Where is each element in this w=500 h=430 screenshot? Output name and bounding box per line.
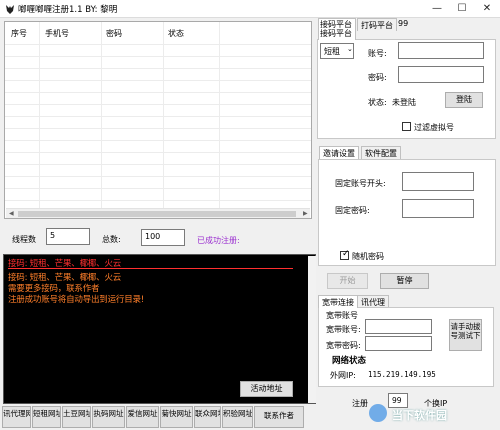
- grid-divider: [5, 128, 311, 129]
- tab-software-config[interactable]: 软件配置: [361, 146, 401, 159]
- tab-label: 接码平台: [320, 20, 352, 29]
- zhima-site-button[interactable]: 执码网址: [92, 406, 125, 428]
- grid-divider: [5, 188, 311, 189]
- grid-divider: [5, 44, 311, 45]
- tudou-site-button[interactable]: 土豆网址: [62, 406, 91, 428]
- broadband-account-label: 宽带账号:: [326, 325, 361, 334]
- app-logo-icon: [6, 5, 14, 14]
- status-value: 未登陆: [392, 98, 416, 107]
- total-label: 总数:: [102, 235, 121, 244]
- thread-count-input[interactable]: 5: [46, 228, 90, 245]
- restore-button[interactable]: ☐: [450, 0, 474, 18]
- register-label: 注册: [352, 399, 368, 408]
- network-status-label: 网络状态: [332, 356, 367, 366]
- fixed-account-prefix-label: 固定账号开头:: [335, 179, 386, 188]
- window-title: 啷喱啷喱注册1.1 BY: 黎明: [18, 5, 118, 15]
- grid-divider: [5, 164, 311, 165]
- status-label: 状态:: [368, 98, 387, 107]
- tab-invite-settings[interactable]: 邀请设置: [319, 146, 359, 159]
- random-password-checkbox[interactable]: [340, 249, 350, 260]
- grid-divider: [5, 140, 311, 141]
- filter-virtual-label: 过滤虚拟号: [414, 123, 454, 132]
- success-count-label: 已成功注册:: [197, 236, 240, 245]
- chevron-down-icon: ⌄: [347, 45, 353, 53]
- tab-99[interactable]: 99: [395, 18, 411, 31]
- console-divider: [8, 268, 293, 269]
- title-bar: 啷喱啷喱注册1.1 BY: 黎明 — ☐ ✕: [0, 0, 500, 18]
- tab-broadband[interactable]: 宽带连接: [318, 295, 358, 308]
- column-header-index[interactable]: 序号: [11, 28, 27, 39]
- scrollbar-thumb[interactable]: [18, 211, 296, 217]
- grid-divider: [5, 80, 311, 81]
- tab-sms-platform[interactable]: 接码平台 接码平台: [318, 18, 356, 40]
- grid-divider: [163, 22, 164, 218]
- jukuai-site-button[interactable]: 菊快网址: [160, 406, 193, 428]
- grid-divider: [5, 152, 311, 153]
- scroll-right-icon[interactable]: ▶: [303, 209, 308, 218]
- column-header-password[interactable]: 密码: [106, 28, 122, 39]
- password-label: 密码:: [368, 73, 387, 82]
- filter-virtual-checkbox[interactable]: [402, 122, 411, 131]
- horizontal-scrollbar[interactable]: ◀ ▶: [6, 208, 310, 218]
- account-input[interactable]: [398, 42, 484, 59]
- account-table[interactable]: 序号 手机号 密码 状态 ◀ ▶: [4, 21, 312, 219]
- duanzu-site-button[interactable]: 短租网址: [32, 406, 61, 428]
- xun-proxy-site-button[interactable]: 讯代理网址: [2, 406, 31, 428]
- total-input[interactable]: 100: [141, 229, 185, 246]
- column-header-status[interactable]: 状态: [168, 28, 184, 39]
- platform-select-value: 短租: [324, 47, 340, 56]
- account-label: 账号:: [368, 49, 387, 58]
- jiyan-site-button[interactable]: 积验网址: [222, 406, 253, 428]
- pause-button[interactable]: 暂停: [380, 273, 429, 289]
- contact-author-button[interactable]: 联系作者: [254, 406, 304, 428]
- watermark-logo-icon: [369, 404, 387, 422]
- fixed-account-prefix-input[interactable]: [402, 172, 474, 191]
- broadband-account-input[interactable]: [365, 319, 432, 334]
- broadband-password-label: 宽带密码:: [326, 341, 361, 350]
- external-ip-label: 外网IP:: [330, 371, 356, 380]
- column-header-phone[interactable]: 手机号: [45, 28, 69, 39]
- lianzhong-site-button[interactable]: 联众网址: [194, 406, 221, 428]
- tab-captcha-platform[interactable]: 打码平台: [357, 18, 397, 31]
- grid-divider: [5, 68, 311, 69]
- table-header: 序号 手机号 密码 状态: [5, 22, 311, 44]
- grid-divider: [5, 104, 311, 105]
- console-line: 注册成功账号将自动导出到运行目录!: [8, 295, 145, 305]
- close-button[interactable]: ✕: [475, 0, 499, 18]
- watermark-text: 当下软件园: [392, 409, 447, 422]
- external-ip-value: 115.219.149.195: [368, 370, 436, 379]
- platform-select[interactable]: 短租 ⌄: [320, 43, 354, 59]
- ip-switch-count-input[interactable]: 99: [388, 393, 408, 408]
- broadband-group-label: 宽带账号: [326, 311, 358, 320]
- grid-divider: [219, 22, 220, 218]
- login-button[interactable]: 登陆: [445, 92, 483, 108]
- grid-divider: [5, 176, 311, 177]
- grid-divider: [5, 56, 311, 57]
- grid-divider: [5, 116, 311, 117]
- grid-divider: [5, 92, 311, 93]
- grid-divider: [39, 22, 40, 218]
- grid-divider: [5, 200, 311, 201]
- grid-divider: [101, 22, 102, 218]
- log-console: 接码: 短租、芒果、椰椰、火云 接码: 短租、芒果、椰椰、火云 需要更多接码，联…: [3, 254, 316, 404]
- activity-address-button[interactable]: 活动地址: [240, 381, 293, 397]
- fixed-password-input[interactable]: [402, 199, 474, 218]
- random-password-label: 随机密码: [352, 252, 384, 261]
- broadband-password-input[interactable]: [365, 336, 432, 351]
- scroll-left-icon[interactable]: ◀: [9, 209, 14, 218]
- tab-label: 接码平台: [320, 29, 352, 38]
- password-input[interactable]: [398, 66, 484, 83]
- minimize-button[interactable]: —: [425, 0, 449, 18]
- manual-dial-test-button[interactable]: 请手动拔号测试下: [449, 319, 482, 351]
- thread-count-label: 线程数: [12, 235, 36, 244]
- fixed-password-label: 固定密码:: [335, 206, 370, 215]
- aixin-site-button[interactable]: 爱信网址: [126, 406, 159, 428]
- start-button[interactable]: 开始: [327, 273, 368, 289]
- console-scrollbar[interactable]: [308, 256, 316, 403]
